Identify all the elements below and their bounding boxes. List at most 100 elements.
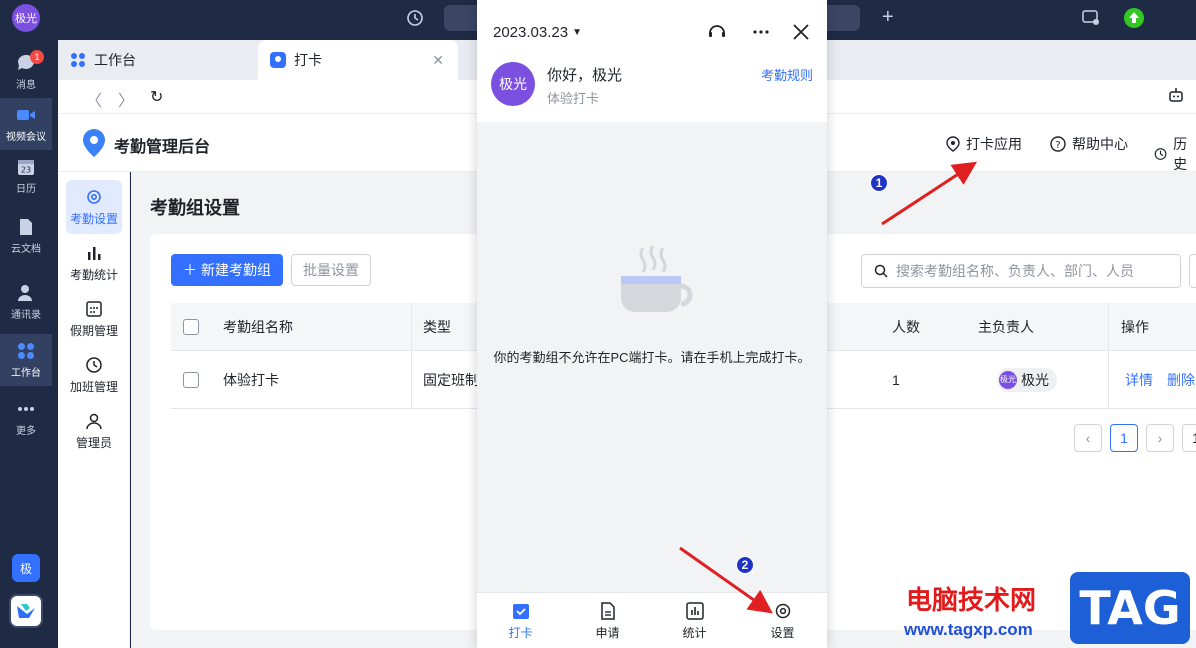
update-arrow-icon[interactable]: [1124, 8, 1144, 28]
plus-icon: ＋: [183, 262, 197, 278]
col-owner: 主负责人: [978, 318, 1034, 335]
side-item-overtime[interactable]: 加班管理: [66, 348, 122, 402]
more-dots-icon: [16, 400, 36, 418]
feishu-logo-icon[interactable]: [9, 594, 43, 628]
nav-label: 统计: [682, 625, 707, 640]
close-tab-icon[interactable]: ✕: [432, 52, 444, 69]
member-count-cell: 1: [892, 371, 900, 388]
attendance-rules-link[interactable]: 考勤规则: [761, 65, 813, 84]
app-title: 考勤管理后台: [114, 139, 211, 156]
tab-label: 打卡: [294, 52, 322, 68]
app-rail: 极光 消息 1 视频会议 23 日历 云文档 通讯录 工作台 更多 极: [0, 0, 52, 648]
nav-label: 设置: [770, 625, 795, 640]
step-marker-2: 2: [736, 556, 754, 574]
rail-label: 日历: [16, 183, 36, 195]
popup-header: 2023.03.23 ▼ 极光 你好，极光 体验打卡 考勤规则: [477, 0, 827, 122]
filter-button[interactable]: [1189, 254, 1196, 288]
watermark-text: 电脑技术网: [906, 585, 1037, 615]
more-icon[interactable]: [751, 22, 771, 42]
date-value: 2023.03.23: [493, 24, 569, 41]
pc-punch-disabled-message: 你的考勤组不允许在PC端打卡。请在手机上完成打卡。: [493, 350, 811, 365]
person-icon: [86, 413, 102, 429]
batch-settings-button[interactable]: 批量设置: [291, 254, 371, 286]
side-item-label: 加班管理: [69, 379, 118, 394]
side-item-label: 考勤统计: [69, 267, 118, 282]
location-icon: [946, 136, 960, 152]
side-item-attendance-settings[interactable]: 考勤设置: [66, 180, 122, 234]
notification-settings-icon[interactable]: [1082, 10, 1100, 31]
side-item-admins[interactable]: 管理员: [66, 404, 122, 458]
history-icon[interactable]: [406, 9, 424, 32]
headset-icon[interactable]: [707, 22, 727, 42]
col-group-name: 考勤组名称: [223, 318, 293, 335]
date-selector[interactable]: 2023.03.23 ▼: [493, 24, 582, 41]
location-pin-logo-icon: [82, 128, 106, 158]
gear-icon: [87, 189, 101, 204]
row-checkbox[interactable]: [183, 351, 199, 408]
video-camera-icon: [16, 106, 36, 124]
settings-gear-icon: [775, 603, 790, 618]
stats-chart-icon: [685, 601, 704, 620]
punch-app-link[interactable]: 打卡应用: [946, 134, 1022, 154]
tab-label: 工作台: [94, 52, 136, 68]
detail-link[interactable]: 详情: [1125, 370, 1153, 390]
rail-item-video-meeting[interactable]: 视频会议: [0, 98, 52, 150]
tab-workbench[interactable]: 工作台: [58, 40, 254, 80]
calendar-icon: 23: [16, 158, 36, 176]
step-marker-1: 1: [870, 174, 888, 192]
rail-item-messages[interactable]: 消息 1: [0, 46, 52, 98]
contacts-icon: [16, 284, 36, 302]
side-item-leave[interactable]: 假期管理: [66, 292, 122, 346]
popup-bottom-nav: 打卡 申请 统计 设置: [477, 592, 827, 648]
search-icon: [874, 264, 888, 278]
rail-item-calendar[interactable]: 23 日历: [0, 150, 52, 202]
robot-icon[interactable]: [1168, 87, 1184, 108]
help-icon: ?: [1050, 136, 1066, 152]
group-search-input[interactable]: 搜索考勤组名称、负责人、部门、人员: [861, 254, 1181, 288]
punch-app-label: 打卡应用: [966, 136, 1022, 152]
owner-chip[interactable]: 极光 极光: [997, 367, 1057, 392]
rail-item-more[interactable]: 更多: [0, 392, 52, 444]
prev-page-button[interactable]: ‹: [1074, 424, 1102, 452]
rail-item-workbench[interactable]: 工作台: [0, 334, 52, 386]
owner-avatar: 极光: [999, 370, 1017, 389]
tab-punch-in[interactable]: 打卡 ✕: [258, 40, 458, 80]
caret-down-icon: ▼: [572, 27, 582, 38]
document-icon: [600, 601, 615, 620]
new-group-button[interactable]: ＋ 新建考勤组: [171, 254, 283, 286]
select-all-checkbox[interactable]: [183, 303, 199, 350]
close-icon[interactable]: [791, 22, 811, 42]
nav-stats[interactable]: 统计: [651, 593, 738, 648]
refresh-icon[interactable]: ↻: [150, 87, 163, 107]
user-avatar[interactable]: 极光: [12, 4, 40, 32]
col-actions: 操作: [1121, 318, 1149, 335]
side-item-label: 考勤设置: [69, 211, 118, 226]
nav-apply[interactable]: 申请: [564, 593, 651, 648]
add-icon[interactable]: +: [882, 6, 894, 29]
rail-item-docs[interactable]: 云文档: [0, 210, 52, 262]
calendar-grid-icon: [86, 300, 102, 317]
history-label: 历史: [1173, 136, 1188, 172]
page-title: 考勤组设置: [150, 198, 240, 218]
side-menu: 考勤设置 考勤统计 假期管理 加班管理 管理员: [58, 172, 130, 648]
nav-settings[interactable]: 设置: [739, 593, 826, 648]
rail-label: 云文档: [11, 243, 41, 255]
history-link[interactable]: 历史: [1154, 134, 1196, 174]
org-switcher[interactable]: 极: [12, 554, 40, 582]
rail-label: 消息: [16, 79, 36, 91]
watermark-tag-logo: TAG: [1070, 572, 1190, 644]
back-icon[interactable]: 〈: [86, 87, 102, 111]
punch-app-icon: [270, 52, 286, 68]
col-count: 人数: [892, 318, 920, 335]
forward-icon[interactable]: 〉: [118, 87, 134, 111]
page-number-current[interactable]: 1: [1110, 424, 1138, 452]
side-item-statistics[interactable]: 考勤统计: [66, 236, 122, 290]
side-item-label: 假期管理: [69, 323, 118, 338]
group-name: 体验打卡: [547, 91, 600, 106]
page-size-select[interactable]: 1: [1182, 424, 1196, 452]
nav-punch[interactable]: 打卡: [477, 593, 564, 648]
delete-link[interactable]: 删除: [1167, 370, 1195, 390]
rail-item-contacts[interactable]: 通讯录: [0, 276, 52, 328]
help-center-link[interactable]: ? 帮助中心: [1050, 134, 1128, 154]
next-page-button[interactable]: ›: [1146, 424, 1174, 452]
